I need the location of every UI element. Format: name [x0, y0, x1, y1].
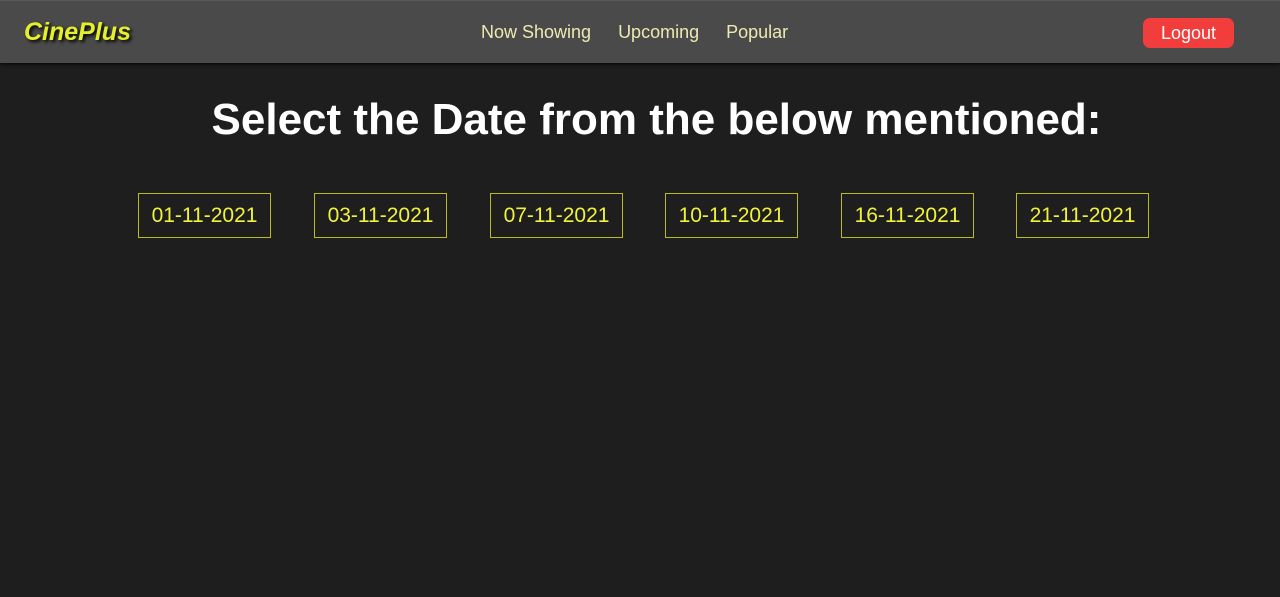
- page-title: Select the Date from the below mentioned…: [211, 95, 1102, 144]
- nav-links: Now Showing Upcoming Popular: [481, 21, 815, 43]
- nav-link-now-showing[interactable]: Now Showing: [481, 21, 591, 43]
- date-option-4[interactable]: 10-11-2021: [665, 193, 798, 238]
- date-option-5[interactable]: 16-11-2021: [841, 193, 974, 238]
- nav-link-upcoming[interactable]: Upcoming: [618, 21, 699, 43]
- date-option-1[interactable]: 01-11-2021: [138, 193, 271, 238]
- nav-link-popular[interactable]: Popular: [726, 21, 788, 43]
- top-navbar: CinePlus Now Showing Upcoming Popular Lo…: [0, 0, 1280, 63]
- site-logo[interactable]: CinePlus: [24, 17, 131, 47]
- date-option-6[interactable]: 21-11-2021: [1016, 193, 1149, 238]
- logout-button[interactable]: Logout: [1143, 18, 1234, 48]
- date-option-2[interactable]: 03-11-2021: [314, 193, 447, 238]
- date-option-3[interactable]: 07-11-2021: [490, 193, 623, 238]
